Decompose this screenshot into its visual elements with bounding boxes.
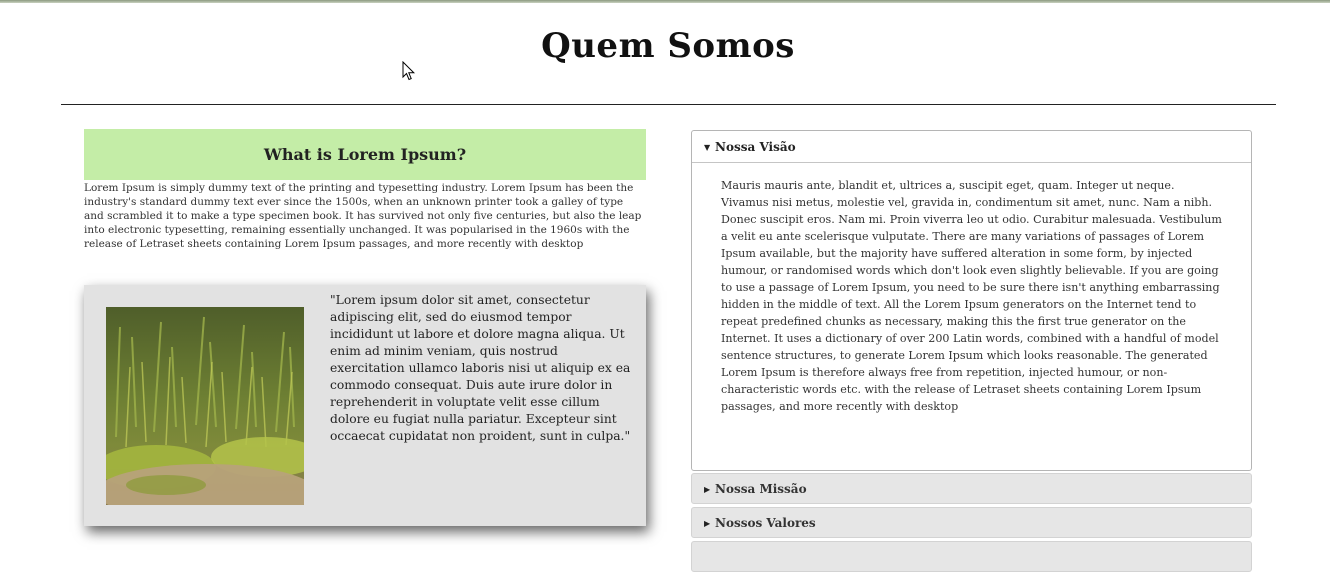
- page-title: Quem Somos: [541, 26, 795, 66]
- accordion-header-nossa-missao[interactable]: ▶ Nossa Missão: [691, 473, 1252, 504]
- accordion-header-nossos-valores[interactable]: ▶ Nossos Valores: [691, 507, 1252, 538]
- accordion-header-nossa-visao[interactable]: ▼ Nossa Visão: [692, 131, 1251, 163]
- top-border: [0, 0, 1330, 3]
- section-body: Lorem Ipsum is simply dummy text of the …: [84, 182, 642, 250]
- accordion-body-nossa-visao: Mauris mauris ante, blandit et, ultrices…: [721, 179, 1222, 413]
- quote-card: "Lorem ipsum dolor sit amet, consectetur…: [84, 285, 646, 526]
- caret-down-icon: ▼: [704, 141, 711, 152]
- mouse-cursor-icon: [402, 61, 416, 81]
- quote-text: "Lorem ipsum dolor sit amet, consectetur…: [330, 293, 631, 443]
- accordion-header-next[interactable]: [691, 541, 1252, 572]
- moss-image: [106, 307, 304, 505]
- section-heading: What is Lorem Ipsum?: [84, 129, 646, 180]
- accordion-item-nossa-visao: ▼ Nossa Visão Mauris mauris ante, blandi…: [691, 130, 1252, 471]
- title-divider: [61, 104, 1276, 105]
- accordion-title: Nossa Visão: [715, 139, 796, 154]
- caret-right-icon: ▶: [704, 517, 711, 528]
- accordion-title: Nossos Valores: [715, 515, 816, 530]
- caret-right-icon: ▶: [704, 483, 711, 494]
- accordion-title: Nossa Missão: [715, 481, 807, 496]
